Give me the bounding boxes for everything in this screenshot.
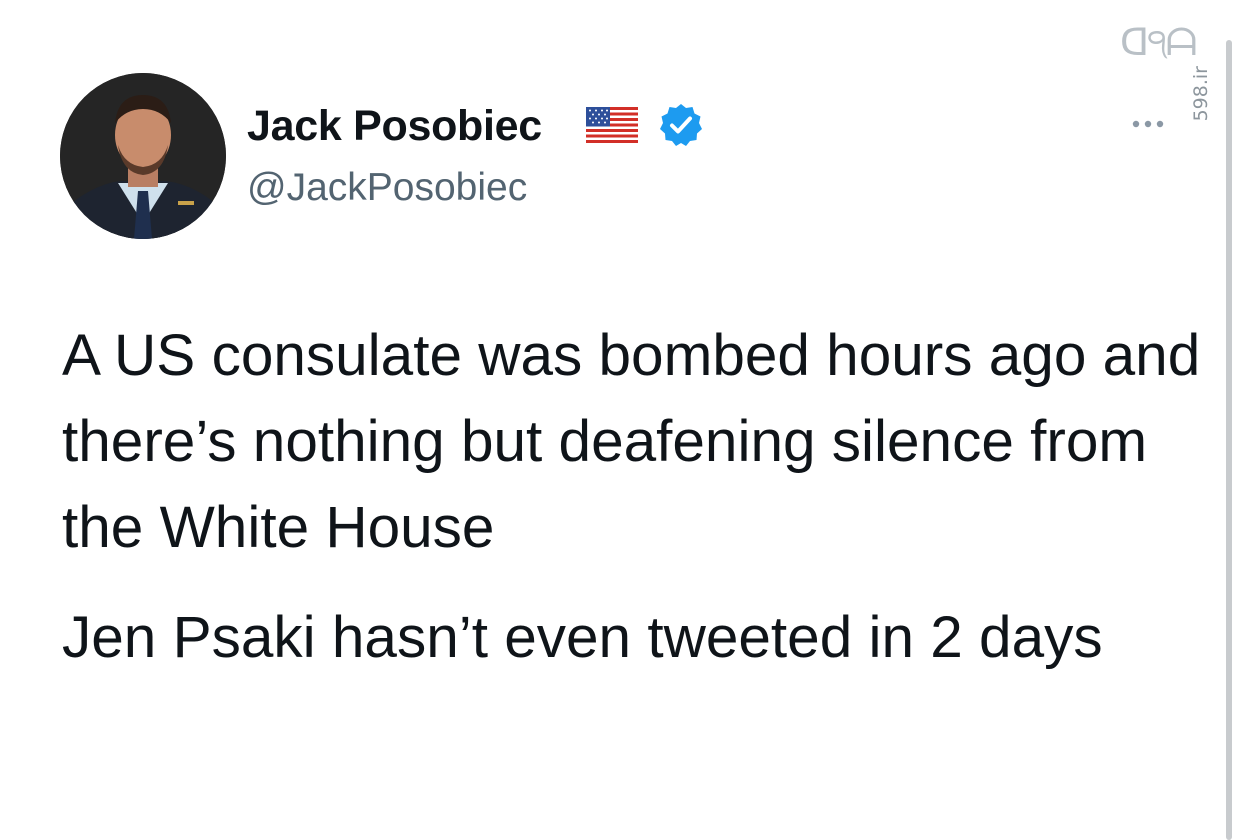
us-flag-icon: [586, 107, 638, 143]
profile-photo: [60, 73, 226, 239]
watermark-logo: ᗡ੧ᗩ: [1120, 20, 1197, 64]
verified-badge-icon: [660, 104, 702, 146]
avatar[interactable]: [60, 73, 226, 239]
tweet-paragraph: A US consulate was bombed hours ago and …: [62, 323, 1201, 560]
tweet-text: A US consulate was bombed hours ago and …: [62, 313, 1202, 681]
scrollbar[interactable]: [1226, 40, 1232, 840]
display-name[interactable]: Jack Posobiec: [247, 102, 542, 151]
watermark-site: 598.ir: [1190, 66, 1212, 122]
more-horizontal-icon[interactable]: [1132, 118, 1164, 130]
tweet-paragraph: Jen Psaki hasn’t even tweeted in 2 days: [62, 605, 1103, 670]
user-handle[interactable]: @JackPosobiec: [247, 166, 527, 210]
